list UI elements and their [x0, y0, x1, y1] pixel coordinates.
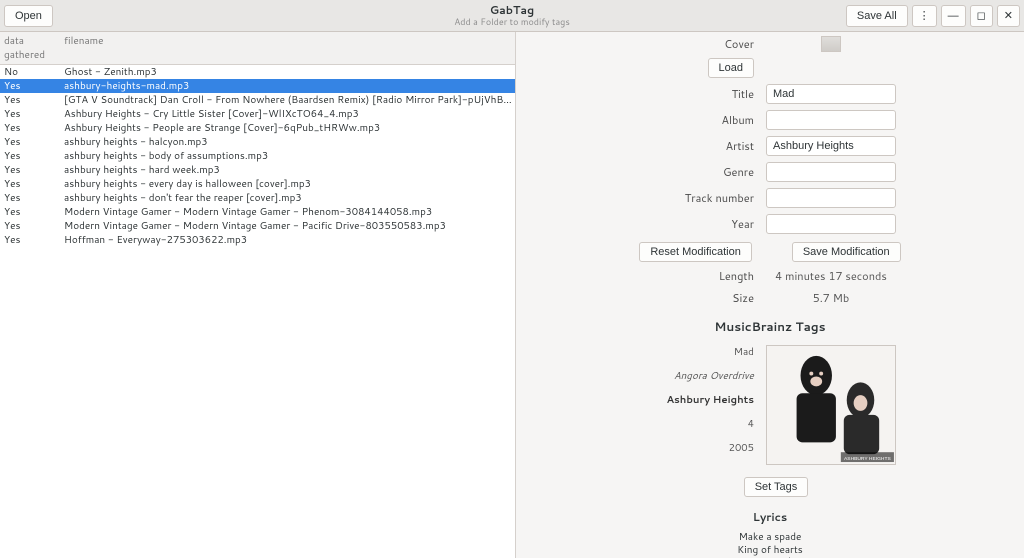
cell-filename: ashbury heights - every day is halloween…	[60, 177, 515, 191]
cell-data-gathered: Yes	[0, 107, 60, 121]
app-subtitle: Add a Folder to modify tags	[454, 17, 570, 27]
cell-filename: ashbury heights - hard week.mp3	[60, 163, 515, 177]
musicbrainz-box: Mad Angora Overdrive Ashbury Heights 4 2…	[536, 345, 1004, 465]
cell-filename: Modern Vintage Gamer - Modern Vintage Ga…	[60, 205, 515, 219]
cover-label: Cover	[644, 36, 754, 52]
mb-track: 4	[644, 417, 754, 431]
cell-filename: [GTA V Soundtrack] Dan Croll - From Nowh…	[60, 93, 515, 107]
table-row[interactable]: Yesashbury heights - halcyon.mp3	[0, 135, 515, 149]
table-row[interactable]: YesHoffman - Everyway-275303622.mp3	[0, 233, 515, 247]
maximize-icon: ◻	[977, 9, 986, 22]
titlebar-title-block: GabTag Add a Folder to modify tags	[454, 4, 570, 27]
year-input[interactable]	[766, 214, 896, 234]
tag-form: Cover Load Title Album Artist	[536, 36, 1004, 558]
file-list-header: data gathered filename	[0, 32, 515, 65]
album-label: Album	[644, 112, 754, 128]
menu-button[interactable]: ⋮	[912, 5, 937, 27]
minimize-icon: —	[948, 10, 959, 22]
column-header-data[interactable]: data gathered	[0, 34, 60, 62]
genre-label: Genre	[644, 164, 754, 180]
file-list-pane: data gathered filename NoGhost - Zenith.…	[0, 32, 516, 558]
cell-filename: ashbury heights - body of assumptions.mp…	[60, 149, 515, 163]
cell-filename: ashbury heights - don't fear the reaper …	[60, 191, 515, 205]
cell-filename: ashbury-heights-mad.mp3	[60, 79, 515, 93]
cell-data-gathered: Yes	[0, 205, 60, 219]
album-art-icon: ASHBURY HEIGHTS	[767, 346, 895, 464]
musicbrainz-cover: ASHBURY HEIGHTS	[766, 345, 896, 465]
table-row[interactable]: Yesashbury heights - don't fear the reap…	[0, 191, 515, 205]
mb-year: 2005	[644, 441, 754, 455]
album-input[interactable]	[766, 110, 896, 130]
table-row[interactable]: YesAshbury Heights - People are Strange …	[0, 121, 515, 135]
close-icon: ✕	[1004, 9, 1013, 22]
size-value: 5.7 Mb	[766, 290, 896, 306]
artist-input[interactable]	[766, 136, 896, 156]
cell-filename: Ashbury Heights - Cry Little Sister [Cov…	[60, 107, 515, 121]
length-label: Length	[644, 268, 754, 284]
column-header-filename[interactable]: filename	[60, 34, 515, 62]
cover-placeholder-icon	[821, 36, 841, 52]
save-all-button[interactable]: Save All	[846, 5, 908, 27]
details-pane: Cover Load Title Album Artist	[516, 32, 1024, 558]
mb-artist: Ashbury Heights	[644, 393, 754, 407]
kebab-icon: ⋮	[919, 9, 930, 22]
cell-filename: Modern Vintage Gamer - Modern Vintage Ga…	[60, 219, 515, 233]
title-input[interactable]	[766, 84, 896, 104]
table-row[interactable]: Yesashbury heights - hard week.mp3	[0, 163, 515, 177]
size-label: Size	[644, 290, 754, 306]
cell-data-gathered: Yes	[0, 121, 60, 135]
minimize-button[interactable]: —	[941, 5, 966, 27]
artist-label: Artist	[644, 138, 754, 154]
year-label: Year	[644, 216, 754, 232]
table-row[interactable]: YesAshbury Heights - Cry Little Sister […	[0, 107, 515, 121]
cell-data-gathered: Yes	[0, 149, 60, 163]
cell-filename: Ghost - Zenith.mp3	[60, 65, 515, 79]
cell-data-gathered: Yes	[0, 191, 60, 205]
content: data gathered filename NoGhost - Zenith.…	[0, 32, 1024, 558]
musicbrainz-meta: Mad Angora Overdrive Ashbury Heights 4 2…	[644, 345, 754, 455]
open-button[interactable]: Open	[4, 5, 53, 27]
table-row[interactable]: Yesashbury heights - body of assumptions…	[0, 149, 515, 163]
cell-data-gathered: Yes	[0, 163, 60, 177]
table-row[interactable]: Yes[GTA V Soundtrack] Dan Croll - From N…	[0, 93, 515, 107]
genre-input[interactable]	[766, 162, 896, 182]
cell-data-gathered: Yes	[0, 93, 60, 107]
cell-filename: Hoffman - Everyway-275303622.mp3	[60, 233, 515, 247]
cell-filename: Ashbury Heights - People are Strange [Co…	[60, 121, 515, 135]
cell-filename: ashbury heights - halcyon.mp3	[60, 135, 515, 149]
table-row[interactable]: Yesashbury heights - every day is hallow…	[0, 177, 515, 191]
length-value: 4 minutes 17 seconds	[766, 268, 896, 284]
cell-data-gathered: Yes	[0, 219, 60, 233]
maximize-button[interactable]: ◻	[970, 5, 993, 27]
lyrics-heading: Lyrics	[753, 509, 787, 525]
table-row[interactable]: YesModern Vintage Gamer - Modern Vintage…	[0, 205, 515, 219]
reset-modification-button[interactable]: Reset Modification	[639, 242, 752, 262]
save-modification-button[interactable]: Save Modification	[792, 242, 901, 262]
cell-data-gathered: Yes	[0, 79, 60, 93]
table-row[interactable]: Yesashbury-heights-mad.mp3	[0, 79, 515, 93]
set-tags-button[interactable]: Set Tags	[744, 477, 809, 497]
cell-data-gathered: Yes	[0, 177, 60, 191]
table-row[interactable]: YesModern Vintage Gamer - Modern Vintage…	[0, 219, 515, 233]
mb-album: Angora Overdrive	[644, 369, 754, 383]
titlebar: Open GabTag Add a Folder to modify tags …	[0, 0, 1024, 32]
svg-text:ASHBURY HEIGHTS: ASHBURY HEIGHTS	[844, 456, 891, 462]
mb-title: Mad	[644, 345, 754, 359]
table-row[interactable]: NoGhost - Zenith.mp3	[0, 65, 515, 79]
track-label: Track number	[644, 190, 754, 206]
musicbrainz-heading: MusicBrainz Tags	[714, 318, 825, 335]
close-button[interactable]: ✕	[997, 5, 1020, 27]
cell-data-gathered: Yes	[0, 135, 60, 149]
lyrics-body: Make a spade King of hearts I was made F…	[730, 531, 811, 558]
load-cover-button[interactable]: Load	[708, 58, 754, 78]
track-input[interactable]	[766, 188, 896, 208]
title-label: Title	[644, 86, 754, 102]
cell-data-gathered: No	[0, 65, 60, 79]
cell-data-gathered: Yes	[0, 233, 60, 247]
file-list-rows[interactable]: NoGhost - Zenith.mp3Yesashbury-heights-m…	[0, 65, 515, 558]
